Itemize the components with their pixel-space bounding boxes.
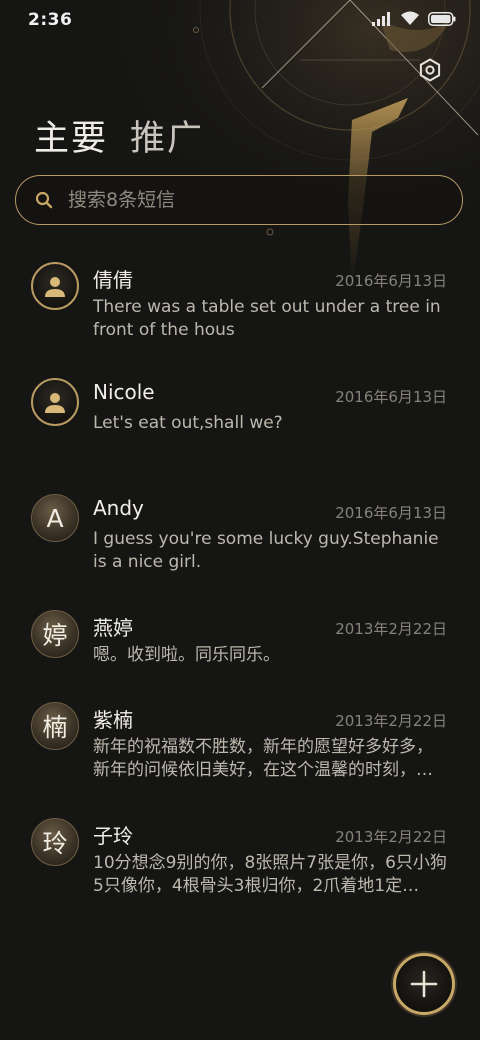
- settings-icon: [419, 58, 441, 82]
- contact-name: 燕婷: [93, 616, 133, 640]
- search-icon: [34, 190, 54, 210]
- conversation-item[interactable]: A Andy 2016年6月13日 I guess you're some lu…: [0, 482, 480, 598]
- message-preview: I guess you're some lucky guy.Stephanie …: [93, 529, 439, 572]
- conversation-item[interactable]: 楠 紫楠 2013年2月22日 新年的祝福数不胜数，新年的愿望好多好多，新年的问…: [0, 690, 480, 806]
- settings-button[interactable]: [414, 54, 446, 86]
- conversation-item[interactable]: 玲 子玲 2013年2月22日 10分想念9别的你，8张照片7张是你，6只小狗5…: [0, 806, 480, 922]
- message-date: 2016年6月13日: [335, 504, 447, 522]
- avatar: 楠: [31, 702, 79, 750]
- conversation-item[interactable]: 倩倩 2016年6月13日 There was a table set out …: [0, 250, 480, 366]
- message-preview: 新年的祝福数不胜数，新年的愿望好多好多，新年的问候依旧美好，在这个温馨的时刻，…: [93, 737, 433, 780]
- conversation-list: 倩倩 2016年6月13日 There was a table set out …: [0, 250, 480, 922]
- contact-name: 子玲: [93, 824, 133, 848]
- wifi-icon: [401, 11, 419, 25]
- avatar: [31, 378, 79, 426]
- avatar: 玲: [31, 818, 79, 866]
- person-icon: [45, 393, 65, 413]
- plus-icon: [410, 970, 438, 998]
- status-icons: [372, 11, 456, 26]
- conversation-item[interactable]: 婷 燕婷 2013年2月22日 嗯。收到啦。同乐同乐。: [0, 598, 480, 690]
- search-bar[interactable]: [15, 175, 463, 225]
- message-preview: 嗯。收到啦。同乐同乐。: [93, 645, 280, 665]
- message-preview: Let's eat out,shall we?: [93, 413, 283, 433]
- tab-main[interactable]: 主要: [34, 110, 108, 161]
- conversation-item[interactable]: Nicole 2016年6月13日 Let's eat out,shall we…: [0, 366, 480, 482]
- avatar: 婷: [31, 610, 79, 658]
- message-date: 2013年2月22日: [335, 712, 447, 730]
- message-date: 2016年6月13日: [335, 388, 447, 406]
- message-preview: 10分想念9别的你，8张照片7张是你，6只小狗5只像你，4根骨头3根归你，2爪着…: [93, 853, 447, 896]
- message-date: 2013年2月22日: [335, 828, 447, 846]
- status-bar: 2:36: [0, 0, 480, 40]
- status-time: 2:36: [28, 10, 73, 30]
- contact-name: Nicole: [93, 380, 155, 404]
- message-date: 2016年6月13日: [335, 272, 447, 290]
- compose-button[interactable]: [393, 953, 455, 1015]
- avatar: A: [31, 494, 79, 542]
- tab-bar: 主要 推广: [34, 110, 204, 161]
- search-input[interactable]: [68, 189, 428, 211]
- avatar: [31, 262, 79, 310]
- tab-promotions[interactable]: 推广: [130, 110, 204, 161]
- battery-icon: [428, 11, 456, 26]
- contact-name: 倩倩: [93, 268, 133, 292]
- message-date: 2013年2月22日: [335, 620, 447, 638]
- contact-name: 紫楠: [93, 708, 133, 732]
- person-icon: [45, 277, 65, 297]
- contact-name: Andy: [93, 496, 144, 520]
- message-preview: There was a table set out under a tree i…: [93, 297, 441, 340]
- signal-icon: [372, 11, 390, 26]
